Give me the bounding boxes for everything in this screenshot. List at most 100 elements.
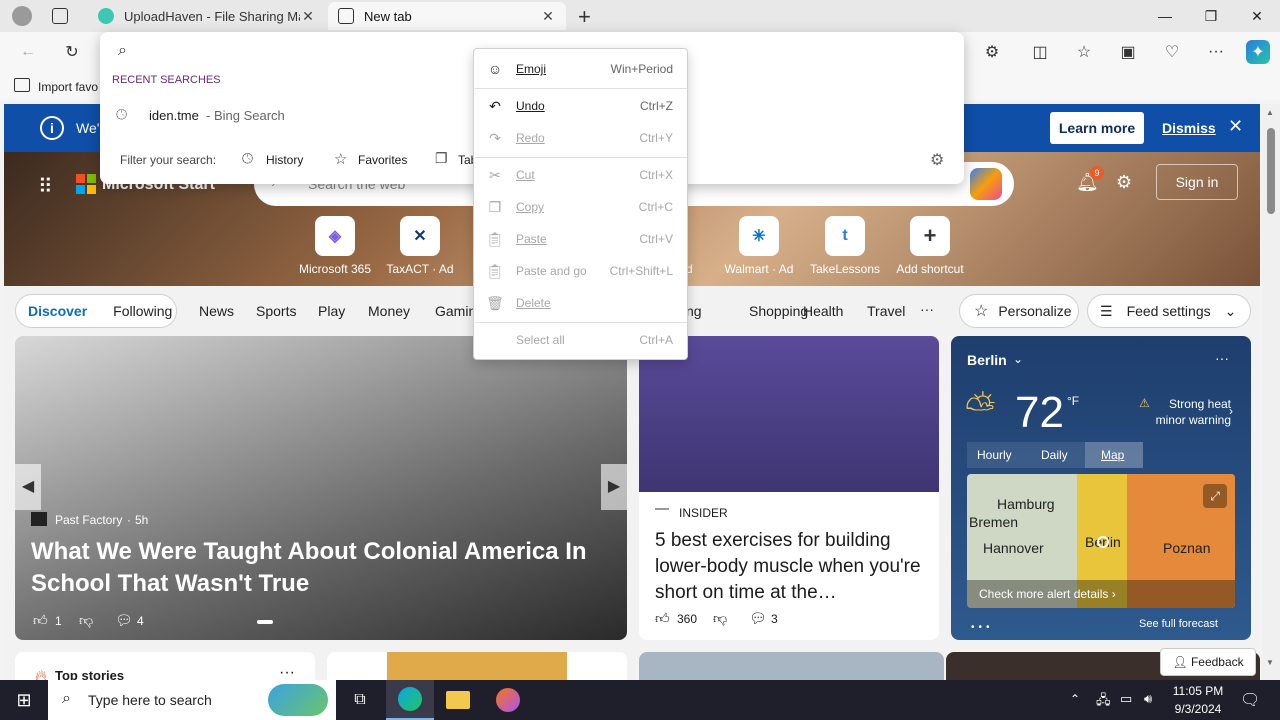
- weather-map[interactable]: Hamburg Bremen Hannover Berlin Poznan ⤢ …: [967, 474, 1235, 608]
- clock-time[interactable]: 11:05 PM: [1172, 684, 1224, 698]
- hero-article-card[interactable]: ◀ ▶ Past Factory · 5h What We Were Taugh…: [15, 336, 627, 640]
- shortcut-taxact[interactable]: ✕ TaxACT · Ad: [375, 216, 465, 276]
- import-favorites-link[interactable]: Import favo: [38, 80, 98, 94]
- tab-daily[interactable]: Daily: [1041, 448, 1068, 462]
- like-icon[interactable]: 👍︎: [655, 610, 670, 627]
- volume-icon[interactable]: 🔊︎: [1144, 691, 1152, 707]
- article-card[interactable]: [327, 652, 627, 680]
- taskbar-edge[interactable]: [386, 680, 434, 720]
- nav-sports[interactable]: Sports: [256, 303, 296, 319]
- add-shortcut-button[interactable]: + Add shortcut: [885, 216, 975, 276]
- nav-health[interactable]: Health: [803, 303, 843, 319]
- hero-headline[interactable]: What We Were Taught About Colonial Ameri…: [31, 536, 591, 600]
- more-options-icon[interactable]: ···: [1215, 350, 1229, 366]
- tab-map[interactable]: Map: [1101, 448, 1124, 462]
- network-icon[interactable]: 🖧︎: [1096, 691, 1111, 713]
- weather-alert[interactable]: Strong heat minor warning: [1141, 396, 1231, 428]
- close-banner-icon[interactable]: ✕: [1228, 116, 1243, 137]
- menu-item-emoji[interactable]: ☺ Emoji Win+Period: [474, 54, 687, 84]
- filter-favorites[interactable]: Favorites: [358, 153, 407, 167]
- copilot-search-icon[interactable]: [970, 168, 1002, 200]
- minimize-button[interactable]: —: [1142, 0, 1188, 32]
- more-options-icon[interactable]: ···: [279, 664, 295, 680]
- notification-center-icon[interactable]: 🗨︎: [1240, 690, 1260, 710]
- expand-icon[interactable]: ⤢: [1203, 484, 1227, 508]
- weather-card[interactable]: Berlin ⌄ ··· ⛅︎ 72 °F ⚠ Strong heat mino…: [951, 336, 1251, 640]
- tab-new-tab[interactable]: New tab ✕: [328, 2, 566, 30]
- settings-gear-icon[interactable]: ⚙: [1116, 172, 1132, 193]
- weather-pager-dots[interactable]: •••: [971, 622, 994, 633]
- learn-more-button[interactable]: Learn more: [1050, 112, 1144, 144]
- taskbar-file-explorer[interactable]: [434, 680, 482, 720]
- favorites-star-icon[interactable]: ☆: [1072, 40, 1096, 64]
- top-stories-card[interactable]: 🔥︎ Top stories ···: [15, 652, 315, 680]
- chevron-down-icon[interactable]: ⌄: [1013, 352, 1023, 366]
- clock-date[interactable]: 9/3/2024: [1172, 702, 1224, 716]
- task-view-button[interactable]: ⧉: [336, 680, 384, 720]
- browser-essentials-icon[interactable]: ♡: [1160, 40, 1184, 64]
- comment-icon[interactable]: 💬︎: [115, 612, 133, 629]
- tab-uploadhaven[interactable]: UploadHaven - File Sharing Made ✕: [88, 2, 326, 30]
- like-icon[interactable]: 👍︎: [33, 612, 48, 629]
- insider-headline[interactable]: 5 best exercises for building lower-body…: [655, 528, 927, 606]
- collections-icon[interactable]: ▣: [1116, 40, 1140, 64]
- chevron-right-icon[interactable]: ›: [1229, 404, 1233, 418]
- extensions-icon[interactable]: ⚙: [980, 40, 1004, 64]
- dislike-icon[interactable]: 👎︎: [713, 610, 727, 627]
- nav-news[interactable]: News: [199, 303, 234, 319]
- nav-play[interactable]: Play: [318, 303, 345, 319]
- nav-more-icon[interactable]: ···: [920, 301, 934, 317]
- see-full-forecast-link[interactable]: See full forecast: [1139, 618, 1218, 630]
- settings-gear-icon[interactable]: ⚙: [930, 150, 944, 170]
- app-launcher-icon[interactable]: ⠿: [38, 174, 55, 199]
- menu-item-select-all[interactable]: Select all Ctrl+A: [474, 325, 687, 355]
- filter-history[interactable]: History: [266, 153, 303, 167]
- scrollbar-thumb[interactable]: [1267, 128, 1275, 214]
- weather-city[interactable]: Berlin: [967, 352, 1007, 368]
- nav-shopping[interactable]: Shopping: [749, 303, 808, 319]
- restore-button[interactable]: ❐: [1188, 0, 1234, 32]
- split-screen-icon[interactable]: ◫: [1028, 40, 1052, 64]
- alert-details-link[interactable]: Check more alert details ›: [967, 580, 1235, 608]
- menu-item-cut[interactable]: ✂ Cut Ctrl+X: [474, 160, 687, 190]
- personalize-button[interactable]: ☆ Personalize: [959, 294, 1079, 328]
- menu-item-paste[interactable]: 📋︎ Paste Ctrl+V: [474, 224, 687, 254]
- close-tab-icon[interactable]: ✕: [540, 8, 556, 25]
- shortcut-walmart[interactable]: ✳ Walmart · Ad: [714, 216, 804, 276]
- sign-in-button[interactable]: Sign in: [1156, 164, 1238, 200]
- dismiss-link[interactable]: Dismiss: [1162, 120, 1216, 136]
- address-input[interactable]: [134, 40, 474, 62]
- taskbar-search-box[interactable]: ⌕ Type here to search: [48, 680, 336, 720]
- menu-item-delete[interactable]: 🗑︎ Delete: [474, 288, 687, 318]
- article-card[interactable]: [639, 652, 944, 680]
- start-button[interactable]: ⊞: [0, 680, 48, 720]
- close-tab-icon[interactable]: ✕: [300, 8, 316, 25]
- menu-item-redo[interactable]: ↷ Redo Ctrl+Y: [474, 123, 687, 153]
- nav-travel[interactable]: Travel: [867, 303, 905, 319]
- tab-discover[interactable]: Discover: [28, 303, 87, 319]
- window-close-button[interactable]: ✕: [1234, 0, 1280, 32]
- taskbar-firefox[interactable]: [484, 680, 532, 720]
- feed-settings-button[interactable]: ☰ Feed settings ⌄: [1087, 294, 1251, 328]
- shortcut-microsoft-365[interactable]: ◈ Microsoft 365: [290, 216, 380, 276]
- carousel-next-icon[interactable]: ▶: [601, 464, 627, 510]
- back-icon[interactable]: ←: [16, 40, 40, 64]
- refresh-icon[interactable]: ↻: [60, 40, 84, 64]
- tab-hourly[interactable]: Hourly: [977, 448, 1012, 462]
- display-icon[interactable]: ▭: [1120, 691, 1132, 707]
- copilot-icon[interactable]: ✦: [1246, 40, 1270, 64]
- menu-item-undo[interactable]: ↶ Undo Ctrl+Z: [474, 91, 687, 121]
- carousel-dots[interactable]: [247, 620, 407, 624]
- tab-actions-icon[interactable]: [52, 8, 68, 24]
- insider-article-card[interactable]: INSIDER 5 best exercises for building lo…: [639, 336, 939, 640]
- comment-icon[interactable]: 💬︎: [749, 610, 767, 627]
- profile-icon[interactable]: [12, 6, 32, 26]
- feedback-button[interactable]: 👤︎ Feedback: [1160, 648, 1256, 676]
- carousel-prev-icon[interactable]: ◀: [15, 464, 41, 510]
- shortcut-takelessons[interactable]: t TakeLessons: [800, 216, 890, 276]
- menu-item-copy[interactable]: ❐ Copy Ctrl+C: [474, 192, 687, 222]
- new-tab-button[interactable]: +: [578, 4, 591, 30]
- dislike-icon[interactable]: 👎︎: [79, 612, 93, 629]
- recent-search-item[interactable]: 🕓︎ iden.tme - Bing Search: [100, 100, 470, 130]
- chevron-up-icon[interactable]: ⌃: [1070, 692, 1080, 706]
